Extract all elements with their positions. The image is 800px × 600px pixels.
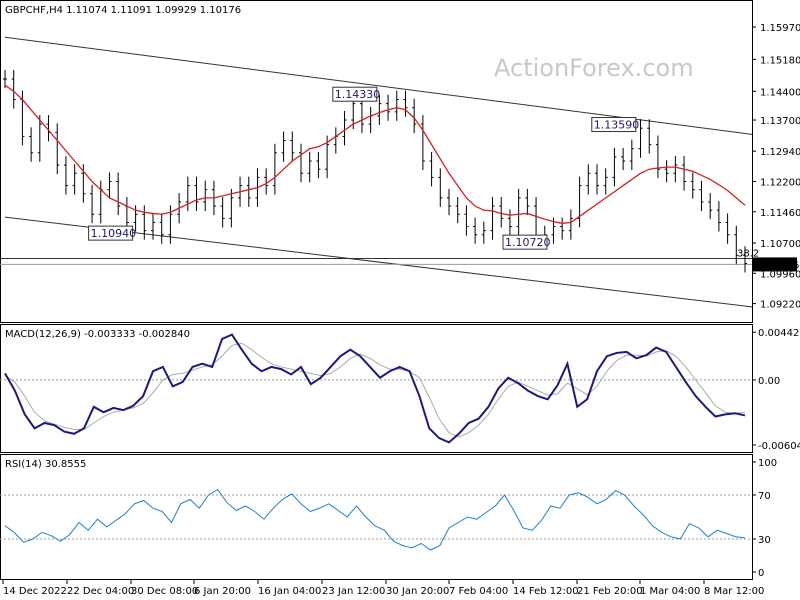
macd-label: MACD(12,26,9) -0.003333 -0.002840 [5,329,190,340]
rsi-tick-label: 0 [758,568,764,579]
macd-tick-label: 0.004421 [758,328,800,339]
rsi-tick-label: 30 [758,535,771,546]
current-price-label: 1.10176 [758,260,799,271]
x-tick-label: 21 Feb 20:00 [577,586,643,597]
price-tick-label: 1.09220 [760,300,800,311]
instrument-header: GBPCHF,H4 1.11074 1.11091 1.09929 1.1017… [5,5,241,16]
watermark: ActionForex.com [494,54,694,82]
price-tick-label: 1.15180 [760,55,800,66]
macd-panel-frame [0,324,753,453]
rsi-layer [0,488,752,551]
x-tick-label: 14 Feb 12:00 [513,586,579,597]
price-tick-label: 1.15970 [760,23,800,34]
x-tick-label: 23 Jan 12:00 [322,586,385,597]
price-annotation: 1.10720 [505,236,551,249]
x-tick-label: 1 Mar 04:00 [640,586,700,597]
price-tick-label: 1.14400 [760,87,800,98]
moving-average-line [4,84,746,224]
x-tick-label: 14 Dec 2022 [3,586,67,597]
x-tick-label: 16 Jan 04:00 [258,586,321,597]
rsi-label: RSI(14) 30.8555 [5,459,86,470]
price-tick-label: 1.13700 [760,116,800,127]
x-tick-label: 30 Dec 08:00 [131,586,198,597]
price-annotation: 1.13590 [594,119,640,132]
x-tick-label: 8 Mar 12:00 [704,586,764,597]
price-tick-label: 1.12200 [760,177,800,188]
x-tick-label: 30 Jan 20:00 [386,586,449,597]
price-tick-label: 1.10700 [760,239,800,250]
macd-tick-label: 0.00 [758,376,780,387]
x-tick-label: 22 Dec 04:00 [67,586,134,597]
macd-layer [0,333,752,444]
rsi-tick-label: 70 [758,491,771,502]
price-tick-label: 1.11460 [760,208,800,219]
rsi-tick-label: 100 [758,458,777,469]
channel-upper-line [4,36,753,135]
price-panel-frame [0,0,753,323]
forex-chart: ActionForex.com GBPCHF,H4 1.11074 1.1109… [0,0,800,597]
x-tick-label: 7 Feb 04:00 [449,586,508,597]
x-tick-label: 6 Jan 20:00 [194,586,251,597]
rsi-line [4,488,746,551]
macd-tick-label: -0.006044 [758,441,800,452]
price-annotation: 1.14330 [335,88,381,101]
macd-line [4,333,746,444]
rsi-panel-frame [0,454,753,580]
price-tick-label: 1.12940 [760,147,800,158]
price-annotation: 1.10940 [91,227,137,240]
